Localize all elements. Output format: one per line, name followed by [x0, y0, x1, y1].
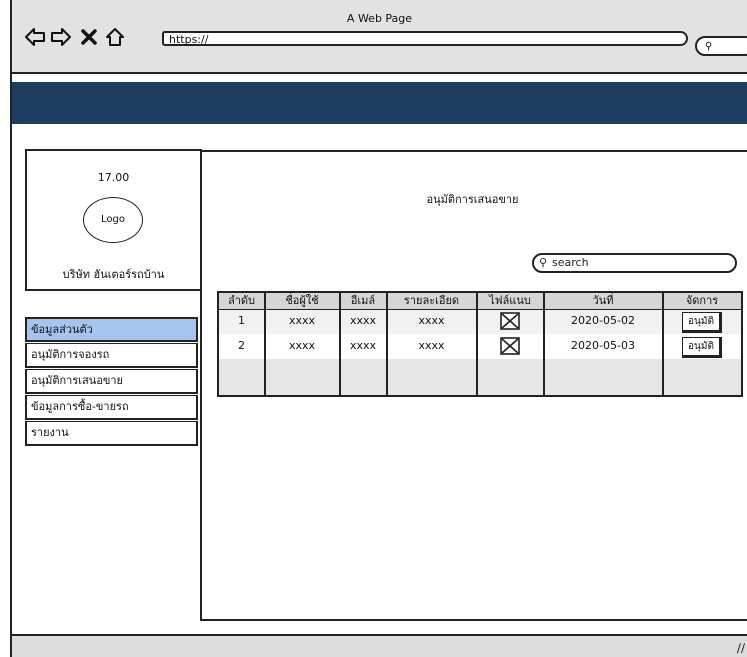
column-divider	[543, 293, 545, 395]
window-title: A Web Page	[346, 12, 413, 25]
cell-user: xxxx	[288, 339, 316, 352]
back-arrow-icon[interactable]	[24, 26, 46, 48]
column-divider	[662, 293, 664, 395]
header-action: จัดการ	[685, 294, 719, 307]
company-name: บริษัท ฮันเตอร์รถบ้าน	[62, 268, 165, 281]
approve-button[interactable]: อนุมัติ	[682, 312, 722, 333]
home-icon[interactable]	[104, 26, 126, 48]
sidebar-item-profile[interactable]: ข้อมูลส่วนตัว	[25, 317, 198, 342]
cell-action: อนุมัติ	[663, 310, 741, 334]
cell-detail: xxxx	[418, 314, 445, 327]
close-icon[interactable]	[78, 26, 100, 48]
search-icon: ⚲	[539, 256, 548, 269]
column-divider	[386, 293, 388, 395]
data-table: ลำดับ ชื่อผู้ใช้ อีเมล์ รายละเอียด ไฟล์แ…	[217, 291, 743, 397]
browser-window: A Web Page https:// ⚲ 17.00 Logo บริษัท …	[10, 0, 747, 657]
cell-file	[477, 335, 543, 359]
cell-email: xxxx	[349, 339, 377, 352]
page-title: อนุมัติการเสนอขาย	[426, 193, 519, 206]
header-no: ลำดับ	[227, 294, 256, 307]
logo: Logo	[83, 197, 143, 243]
search-icon: ⚲	[705, 41, 713, 52]
cell-detail: xxxx	[418, 339, 445, 352]
cell-user: xxxx	[288, 314, 316, 327]
browser-search-button[interactable]: ⚲	[695, 36, 747, 56]
image-placeholder-icon[interactable]	[500, 337, 520, 355]
header-user: ชื่อผู้ใช้	[285, 294, 319, 307]
main-panel: อนุมัติการเสนอขาย ⚲ search ลำดับ ชื่อผู้…	[200, 150, 747, 621]
address-bar[interactable]: https://	[162, 31, 688, 46]
profile-card: 17.00 Logo บริษัท ฮันเตอร์รถบ้าน	[25, 149, 202, 291]
cell-file	[477, 310, 543, 334]
header-bar	[12, 82, 747, 124]
approve-button[interactable]: อนุมัติ	[682, 337, 722, 358]
cell-action: อนุมัติ	[663, 335, 741, 359]
search-input[interactable]: ⚲ search	[532, 253, 737, 273]
image-placeholder-icon[interactable]	[500, 312, 520, 330]
cell-date: 2020-05-03	[571, 339, 635, 352]
cell-email: xxxx	[349, 314, 377, 327]
sidebar-item-booking-approval[interactable]: อนุมัติการจองรถ	[25, 343, 198, 368]
column-divider	[339, 293, 341, 395]
cell-no: 2	[238, 339, 245, 352]
search-placeholder: search	[552, 256, 589, 269]
column-divider	[264, 293, 266, 395]
sidebar-item-reports[interactable]: รายงาน	[25, 421, 198, 446]
cell-no: 1	[238, 314, 245, 327]
column-divider	[476, 293, 478, 395]
cell-date: 2020-05-02	[571, 314, 635, 327]
clock-time: 17.00	[97, 171, 130, 184]
header-file: ไฟล์แนบ	[489, 294, 531, 307]
sidebar-menu: ข้อมูลส่วนตัว อนุมัติการจองรถ อนุมัติการ…	[25, 316, 198, 446]
header-detail: รายละเอียด	[403, 294, 460, 307]
header-date: วันที่	[592, 294, 614, 307]
sidebar-item-trade-data[interactable]: ข้อมูลการซื้อ-ขายรถ	[25, 395, 198, 420]
address-text: https://	[169, 33, 209, 46]
resize-grip-icon[interactable]: ∕∕	[737, 641, 745, 655]
forward-arrow-icon[interactable]	[50, 26, 72, 48]
status-bar: ∕∕	[12, 634, 747, 657]
browser-chrome: A Web Page https:// ⚲	[12, 0, 747, 74]
header-email: อีเมล์	[350, 294, 376, 307]
sidebar-item-offer-approval[interactable]: อนุมัติการเสนอขาย	[25, 369, 198, 394]
